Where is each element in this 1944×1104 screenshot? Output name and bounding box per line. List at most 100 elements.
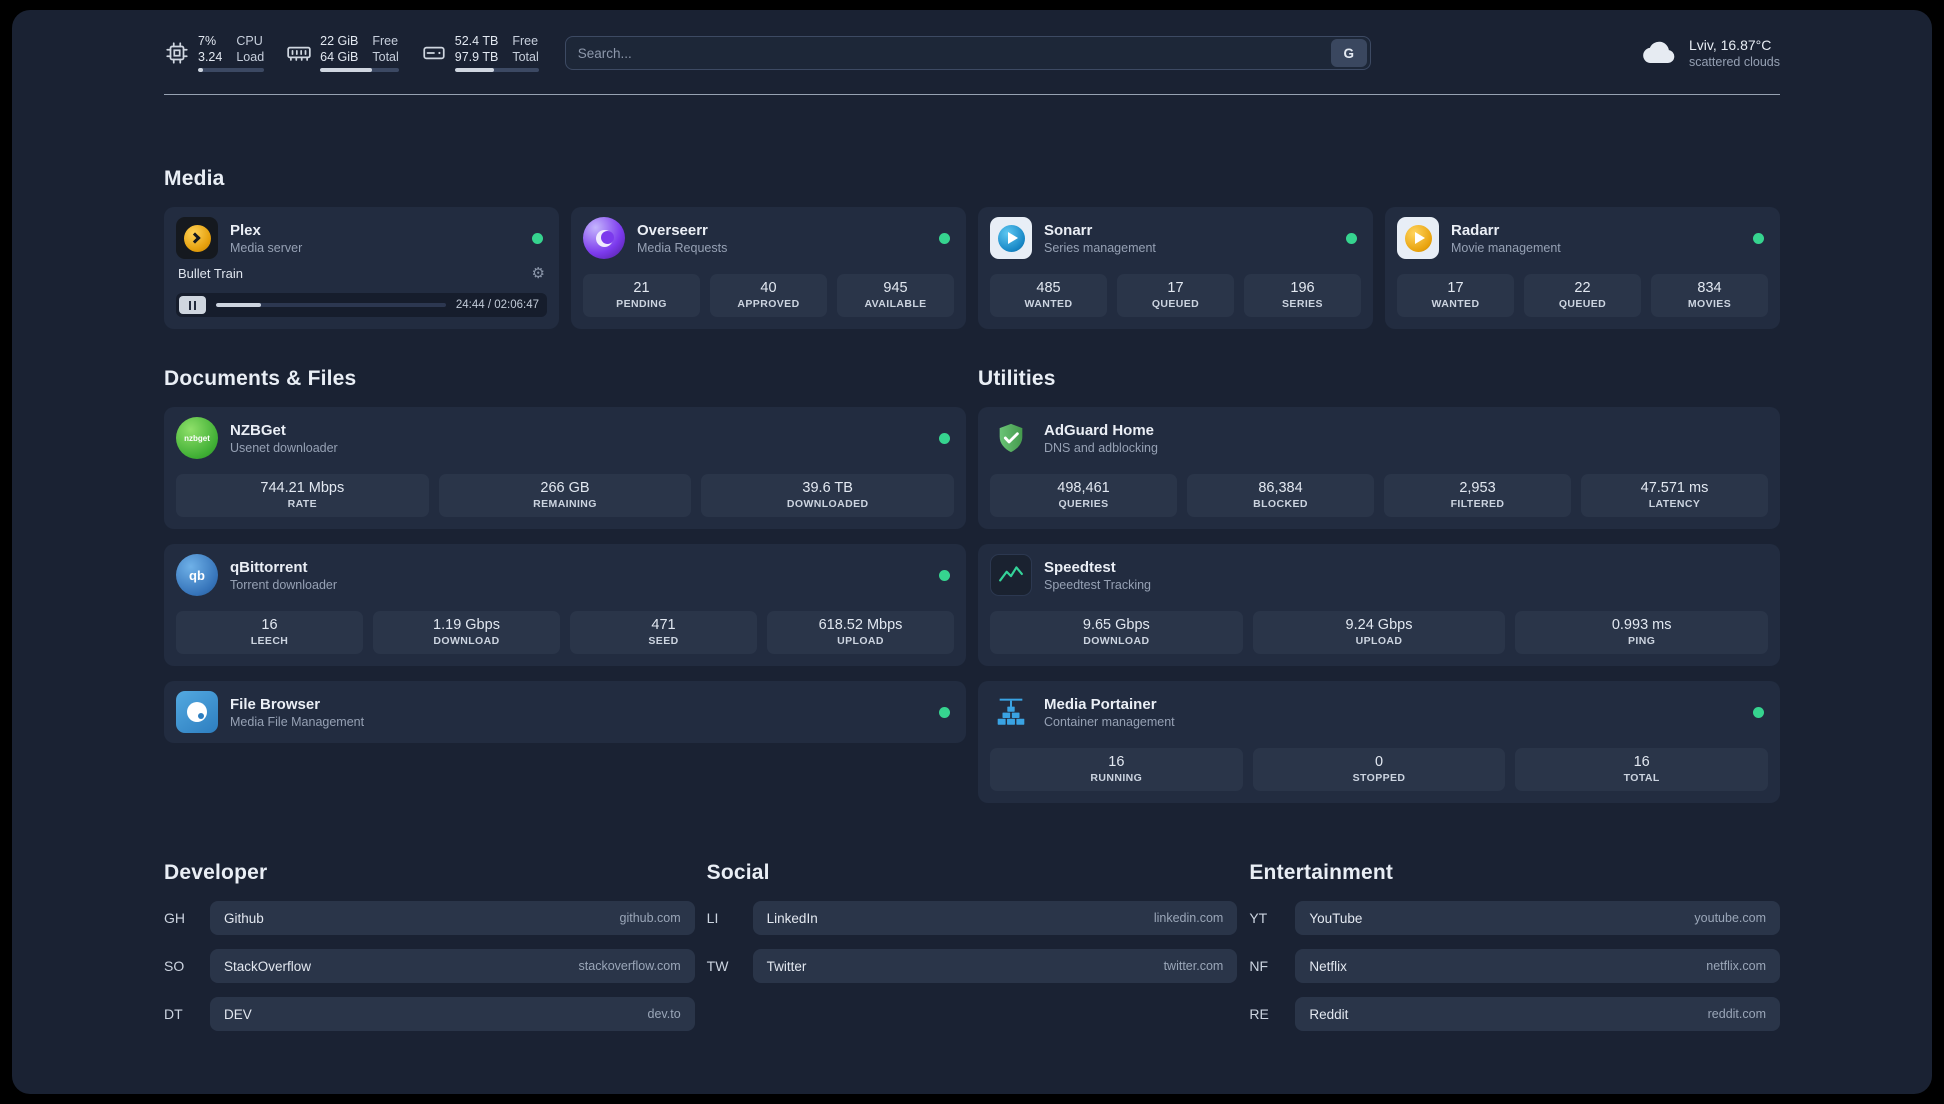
topbar-divider (164, 94, 1780, 96)
bookmark-reddit[interactable]: Reddit reddit.com (1295, 997, 1780, 1032)
stat-label: APPROVED (737, 298, 800, 311)
service-card-speedtest[interactable]: Speedtest Speedtest Tracking 9.65 Gbps DO… (978, 544, 1780, 667)
stat-tile: 17 QUEUED (1117, 274, 1234, 318)
bookmark-github[interactable]: Github github.com (210, 901, 695, 936)
memory-total: 64 GiB (320, 49, 359, 64)
system-widgets: 7% 3.24 CPU Load 22 GiB 64 GiB Free Tota… (164, 34, 539, 73)
stat-label: DOWNLOAD (1083, 635, 1150, 648)
service-card-radarr[interactable]: Radarr Movie management 17 WANTED 22 QUEUE… (1385, 207, 1780, 330)
bookmark-abbr: TW (706, 958, 729, 975)
service-name: qBittorrent (230, 558, 308, 576)
service-subtitle: Usenet downloader (230, 440, 338, 455)
bookmark-abbr: YT (1249, 910, 1268, 927)
section-documents: Documents & Files nzbget NZBGet Usenet d… (164, 367, 966, 803)
service-card-filebrowser[interactable]: File Browser Media File Management (164, 681, 966, 744)
stat-value: 471 (651, 617, 676, 634)
stat-label: UPLOAD (837, 635, 884, 648)
search-provider-button[interactable]: G (1330, 39, 1367, 68)
stat-label: RATE (287, 498, 318, 511)
bookmark-linkedin[interactable]: LinkedIn linkedin.com (752, 901, 1238, 936)
cpu-widget: 7% 3.24 CPU Load (164, 34, 265, 73)
section-title-social: Social (706, 861, 770, 885)
bookmark-abbr: GH (164, 910, 185, 927)
filebrowser-icon (176, 691, 218, 734)
cpu-icon (166, 42, 188, 64)
section-media: Media Plex Media server Bullet Train ⚙ 2… (164, 167, 1780, 330)
status-dot (939, 432, 950, 444)
stat-value: 945 (883, 280, 908, 297)
service-name: AdGuard Home (1044, 421, 1155, 439)
disk-total: 97.9 TB (454, 49, 499, 64)
section-title-documents: Documents & Files (164, 367, 357, 391)
stat-value: 0.993 ms (1611, 617, 1672, 634)
stat-value: 2,953 (1459, 480, 1496, 497)
stat-label: LEECH (250, 635, 289, 648)
disk-free: 52.4 TB (454, 34, 499, 48)
stat-tile: 618.52 Mbps UPLOAD (767, 611, 954, 655)
weather-location: Lviv, 16.87°C (1688, 37, 1772, 54)
playback-progress[interactable] (216, 303, 446, 308)
service-name: Speedtest (1044, 558, 1116, 576)
service-subtitle: Speedtest Tracking (1044, 577, 1152, 592)
service-subtitle: Media server (230, 240, 303, 255)
service-card-qbittorrent[interactable]: qb qBittorrent Torrent downloader 16 LEEC… (164, 544, 966, 667)
stat-label: MOVIES (1687, 298, 1732, 311)
service-card-overseerr[interactable]: Overseerr Media Requests 21 PENDING 40 APP… (571, 207, 966, 330)
service-card-sonarr[interactable]: Sonarr Series management 485 WANTED 17 QUE… (978, 207, 1373, 330)
bookmark-abbr: LI (706, 910, 719, 927)
service-name: NZBGet (230, 421, 286, 439)
stat-value: 17 (1167, 280, 1184, 297)
service-name: Media Portainer (1044, 695, 1157, 713)
section-title-developer: Developer (164, 861, 268, 885)
memory-label-total: Total (372, 49, 399, 64)
pause-button[interactable] (179, 296, 206, 315)
disk-progress-bar (454, 68, 539, 73)
search-input[interactable] (565, 45, 1331, 61)
stat-label: SEED (648, 635, 679, 648)
stat-tile: 40 APPROVED (710, 274, 827, 318)
stat-tile: 485 WANTED (990, 274, 1107, 318)
stat-value: 485 (1036, 280, 1061, 297)
bookmark-row: SO StackOverflow stackoverflow.com (164, 949, 695, 984)
service-subtitle: Media File Management (230, 714, 365, 729)
bookmark-twitter[interactable]: Twitter twitter.com (752, 949, 1238, 984)
stat-label: QUEUED (1558, 298, 1607, 311)
weather-widget: Lviv, 16.87°C scattered clouds (1639, 37, 1780, 69)
service-subtitle: Torrent downloader (230, 577, 338, 592)
service-card-adguard[interactable]: AdGuard Home DNS and adblocking 498,461 Q… (978, 407, 1780, 530)
stat-tile: 16 RUNNING (990, 748, 1243, 792)
service-card-portainer[interactable]: Media Portainer Container management 16 R… (978, 681, 1780, 804)
service-name: Sonarr (1044, 221, 1093, 239)
bookmark-stackoverflow[interactable]: StackOverflow stackoverflow.com (210, 949, 695, 984)
stat-label: BLOCKED (1253, 498, 1308, 511)
cpu-label: CPU (236, 34, 263, 48)
bookmark-row: RE Reddit reddit.com (1249, 997, 1780, 1032)
stat-label: DOWNLOADED (786, 498, 869, 511)
bookmark-netflix[interactable]: Netflix netflix.com (1295, 949, 1780, 984)
stat-label: QUERIES (1058, 498, 1109, 511)
status-dot (939, 706, 950, 718)
stat-label: RUNNING (1090, 772, 1143, 785)
stat-label: WANTED (1024, 298, 1073, 311)
bookmark-youtube[interactable]: YouTube youtube.com (1295, 901, 1780, 936)
bookmark-abbr: SO (164, 958, 185, 975)
stat-tile: 9.24 Gbps UPLOAD (1252, 611, 1506, 655)
stat-tile: 17 WANTED (1397, 274, 1514, 318)
stat-tile: 22 QUEUED (1524, 274, 1641, 318)
disk-label-free: Free (512, 34, 539, 48)
section-title-media: Media (164, 167, 225, 191)
service-card-plex[interactable]: Plex Media server Bullet Train ⚙ 24:44 /… (164, 207, 559, 330)
qbittorrent-icon: qb (176, 554, 218, 597)
stat-value: 834 (1697, 280, 1722, 297)
stat-value: 9.65 Gbps (1082, 617, 1150, 634)
stat-tile: 47.571 ms LATENCY (1581, 474, 1768, 518)
bookmark-dev[interactable]: DEV dev.to (210, 997, 695, 1032)
service-card-nzbget[interactable]: nzbget NZBGet Usenet downloader 744.21 M… (164, 407, 966, 530)
service-subtitle: Series management (1044, 240, 1156, 255)
stat-label: TOTAL (1623, 772, 1660, 785)
status-dot (532, 232, 543, 244)
settings-gear-icon[interactable]: ⚙ (532, 266, 545, 281)
stat-value: 9.24 Gbps (1345, 617, 1413, 634)
search-bar: G (564, 36, 1371, 71)
stat-tile: 471 SEED (570, 611, 757, 655)
